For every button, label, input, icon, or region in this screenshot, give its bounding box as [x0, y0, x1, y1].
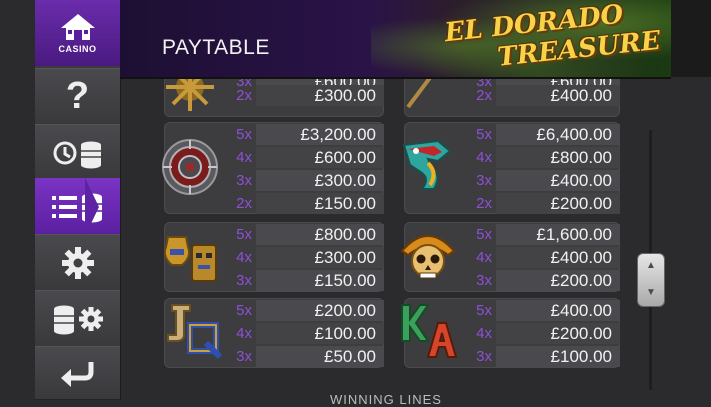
aztec-shield-symbol-icon [162, 139, 218, 195]
payout-amount: £300.00 [314, 248, 376, 267]
pay-row: 2x £200.00 [404, 193, 620, 215]
multiplier: 5x [476, 302, 492, 319]
multiplier: 4x [236, 249, 252, 266]
payout-amount: £100.00 [314, 324, 376, 343]
paytable-panel: 3x £600.00 2x £300.00 3x £600.00 2x £400… [120, 79, 640, 400]
multiplier: 2x [236, 87, 252, 104]
payout-amount: £100.00 [550, 347, 612, 366]
jq-symbol-icon [167, 304, 223, 360]
game-logo: EL DORADO TREASURE [435, 0, 662, 77]
payout-amount: £6,400.00 [536, 125, 612, 144]
multiplier: 5x [476, 126, 492, 143]
page-title: PAYTABLE [162, 36, 270, 59]
payout-amount: £400.00 [550, 301, 612, 320]
history-button[interactable] [35, 124, 120, 181]
payout-amount: £300.00 [314, 171, 376, 190]
multiplier: 3x [236, 172, 252, 189]
payout-amount: £400.00 [550, 86, 612, 105]
multiplier: 2x [476, 87, 492, 104]
payout-amount: £200.00 [550, 324, 612, 343]
help-icon: ? [65, 75, 90, 117]
payout-amount: £1,600.00 [536, 225, 612, 244]
home-icon [60, 14, 95, 40]
active-indicator [85, 178, 99, 236]
idols-symbol-icon [163, 236, 217, 282]
payout-amount: £800.00 [314, 225, 376, 244]
back-button[interactable] [35, 346, 120, 400]
ka-symbol-icon [401, 304, 458, 358]
payout-amount: £800.00 [550, 148, 612, 167]
payout-amount: £400.00 [550, 248, 612, 267]
sun-symbol-icon [166, 79, 214, 111]
multiplier: 2x [236, 195, 252, 212]
payout-amount: £400.00 [550, 171, 612, 190]
multiplier: 3x [476, 348, 492, 365]
casino-button[interactable]: CASINO [35, 0, 120, 66]
multiplier: 4x [476, 249, 492, 266]
settings-button[interactable] [35, 234, 120, 291]
payout-amount: £150.00 [314, 271, 376, 290]
multiplier: 5x [236, 302, 252, 319]
multiplier: 4x [476, 325, 492, 342]
multiplier: 5x [236, 126, 252, 143]
help-button[interactable]: ? [35, 68, 120, 125]
multiplier: 3x [476, 272, 492, 289]
multiplier: 4x [236, 325, 252, 342]
settings-icon [61, 246, 94, 279]
golden-skull-symbol-icon [400, 235, 456, 279]
coin-settings-button[interactable] [35, 290, 120, 347]
payout-amount: £600.00 [314, 148, 376, 167]
header-right-edge [671, 0, 711, 77]
scroll-thumb[interactable]: ▲ ▼ [638, 254, 664, 306]
multiplier: 5x [236, 226, 252, 243]
payout-amount: £150.00 [314, 194, 376, 213]
scroll-up-icon: ▲ [646, 260, 656, 271]
multiplier: 3x [236, 348, 252, 365]
multiplier: 3x [476, 172, 492, 189]
multiplier: 2x [476, 195, 492, 212]
payout-amount: £300.00 [314, 86, 376, 105]
sidebar: CASINO ? [35, 0, 121, 400]
payout-amount: £200.00 [314, 301, 376, 320]
serpent-symbol-icon [402, 139, 452, 190]
multiplier: 5x [476, 226, 492, 243]
multiplier: 4x [236, 149, 252, 166]
multiplier: 4x [476, 149, 492, 166]
paytable-button[interactable] [35, 178, 120, 235]
payout-amount: £3,200.00 [300, 125, 376, 144]
scroll-down-icon: ▼ [646, 287, 656, 298]
history-icon [53, 141, 101, 168]
header: PAYTABLE EL DORADO TREASURE [120, 0, 671, 79]
casino-label: CASINO [58, 44, 97, 54]
back-icon [60, 362, 93, 387]
payout-amount: £200.00 [550, 194, 612, 213]
payout-amount: £50.00 [324, 347, 376, 366]
spear-symbol-icon [406, 79, 432, 109]
payout-amount: £200.00 [550, 271, 612, 290]
coin-settings-icon [53, 305, 103, 334]
multiplier: 3x [236, 272, 252, 289]
